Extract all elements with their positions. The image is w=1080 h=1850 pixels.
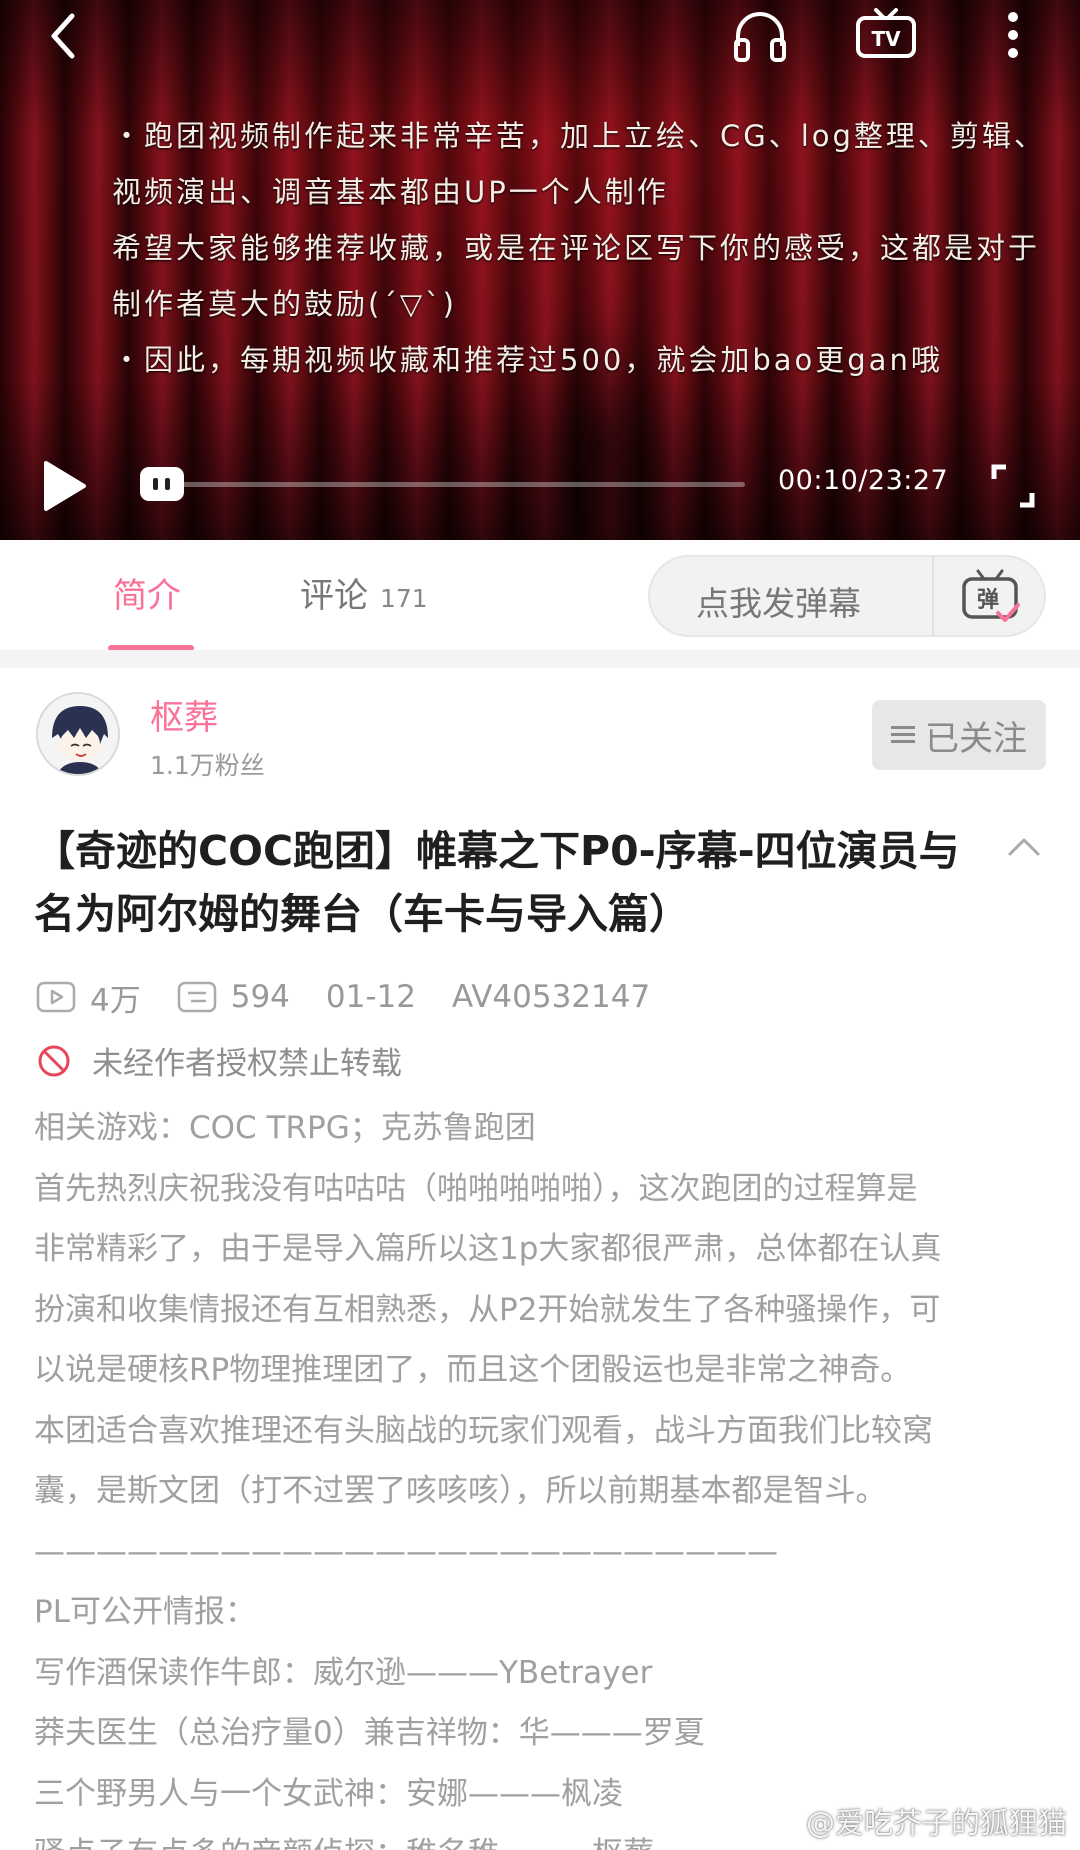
- progress-bar[interactable]: [160, 482, 745, 487]
- danmaku-placeholder: 点我发弹幕: [696, 584, 861, 623]
- subtitle-line: 希望大家能够推荐收藏，或是在评论区写下你的感受，这都是对于: [112, 231, 1041, 265]
- description-line: 首先热烈庆祝我没有咕咕咕（啪啪啪啪啪），这次跑团的过程算是: [34, 1170, 918, 1207]
- tab-comments[interactable]: 评论 171: [300, 568, 428, 617]
- follow-label: 已关注: [925, 718, 1027, 759]
- svg-text:TV: TV: [871, 27, 901, 51]
- weibo-logo-icon: [766, 1809, 799, 1835]
- description-line: 囊，是斯文团（打不过罢了咳咳咳），所以前期基本都是智斗。: [34, 1473, 887, 1509]
- comment-count: 171: [380, 584, 428, 613]
- menu-lines-icon: [891, 726, 915, 744]
- svg-text:弹: 弹: [977, 588, 999, 613]
- subtitle-line: 视频演出、调音基本都由UP一个人制作: [112, 175, 669, 209]
- fullscreen-icon[interactable]: [990, 463, 1036, 509]
- view-count-value: 4万: [90, 982, 141, 1019]
- watermark-text: @爱吃芥子的狐狸猫: [806, 1806, 1068, 1840]
- danmaku-count: 594: [177, 979, 290, 1015]
- description-line: 本团适合喜欢推理还有头脑战的玩家们观看，战斗方面我们比较窝: [34, 1412, 933, 1449]
- prohibited-icon: [38, 1045, 70, 1076]
- description-line: PL可公开情报：: [34, 1594, 256, 1630]
- tab-comments-label: 评论: [300, 576, 368, 616]
- repost-warning: 未经作者授权禁止转载: [36, 1038, 402, 1083]
- uploader-card: 枢葬 1.1万粉丝 已关注: [0, 668, 1080, 798]
- divider: [932, 557, 934, 635]
- description-line: 相关游戏：COC TRPG；克苏鲁跑团: [34, 1110, 536, 1146]
- subtitle-line: ・跑团视频制作起来非常辛苦，加上立绘、CG、log整理、剪辑、: [112, 119, 1046, 153]
- view-count: 4万: [36, 975, 141, 1020]
- danmaku-input[interactable]: 点我发弹幕 弹: [648, 555, 1046, 637]
- tv-cast-icon[interactable]: TV: [854, 8, 918, 66]
- headphones-icon[interactable]: [730, 6, 790, 66]
- subtitle-line: ・因此，每期视频收藏和推荐过500，就会加bao更gan哦: [112, 343, 943, 377]
- video-title: 【奇迹的COC跑团】帷幕之下P0-序幕-四位演员与名为阿尔姆的舞台（车卡与导入篇…: [34, 827, 960, 938]
- weibo-watermark: @爱吃芥子的狐狸猫: [766, 1800, 1067, 1842]
- video-stats: 4万 594 01-12 AV40532147: [36, 975, 686, 1019]
- av-number[interactable]: AV40532147: [452, 979, 650, 1015]
- playback-time: 00:10/23:27: [778, 465, 949, 496]
- follow-button[interactable]: 已关注: [872, 700, 1046, 770]
- description-line: 扮演和收集情报还有互相熟悉，从P2开始就发生了各种骚操作，可: [34, 1291, 941, 1328]
- uploader-name[interactable]: 枢葬: [150, 690, 218, 739]
- section-divider: [0, 650, 1080, 668]
- player-controls: 00:10/23:27: [0, 445, 1080, 525]
- danmaku-count-value: 594: [230, 979, 290, 1015]
- subtitle-line: 制作者莫大的鼓励(´▽`): [112, 287, 457, 321]
- description-divider-line: ————————————————————————: [34, 1533, 778, 1570]
- avatar[interactable]: [36, 692, 120, 776]
- danmaku-count-icon: [177, 981, 216, 1013]
- description-line: 非常精彩了，由于是导入篇所以这1p大家都很严肃，总体都在认真: [34, 1231, 942, 1267]
- tab-intro[interactable]: 简介: [113, 568, 181, 617]
- video-subtitles: ・跑团视频制作起来非常辛苦，加上立绘、CG、log整理、剪辑、 视频演出、调音基…: [112, 108, 1046, 388]
- tab-bar: 简介 评论 171 点我发弹幕 弹: [0, 540, 1080, 651]
- description-line: 莽夫医生（总治疗量0）兼吉祥物：华———罗夏: [34, 1715, 705, 1751]
- video-player[interactable]: TV ・跑团视频制作起来非常辛苦，加上立绘、CG、log整理、剪辑、 视频演出、…: [0, 0, 1080, 540]
- publish-date: 01-12: [325, 979, 416, 1015]
- danmaku-toggle-icon[interactable]: 弹: [958, 567, 1022, 627]
- description-line: 以说是硬核RP物理推理团了，而且这个团骰运也是非常之神奇。: [34, 1352, 912, 1388]
- player-top-bar: TV: [0, 0, 1080, 80]
- description-line: 写作酒保读作牛郎：威尔逊———YBetrayer: [34, 1654, 653, 1691]
- play-count-icon: [36, 981, 76, 1013]
- video-description: 相关游戏：COC TRPG；克苏鲁跑团 首先热烈庆祝我没有咕咕咕（啪啪啪啪啪），…: [34, 1098, 1054, 1850]
- repost-warning-text: 未经作者授权禁止转载: [92, 1046, 402, 1082]
- back-arrow-icon[interactable]: [44, 10, 84, 62]
- play-icon[interactable]: [40, 459, 90, 513]
- more-vertical-icon[interactable]: [998, 10, 1028, 60]
- uploader-fans: 1.1万粉丝: [150, 751, 265, 780]
- chevron-up-icon[interactable]: [1004, 828, 1044, 868]
- progress-scrubber-handle[interactable]: [140, 467, 184, 501]
